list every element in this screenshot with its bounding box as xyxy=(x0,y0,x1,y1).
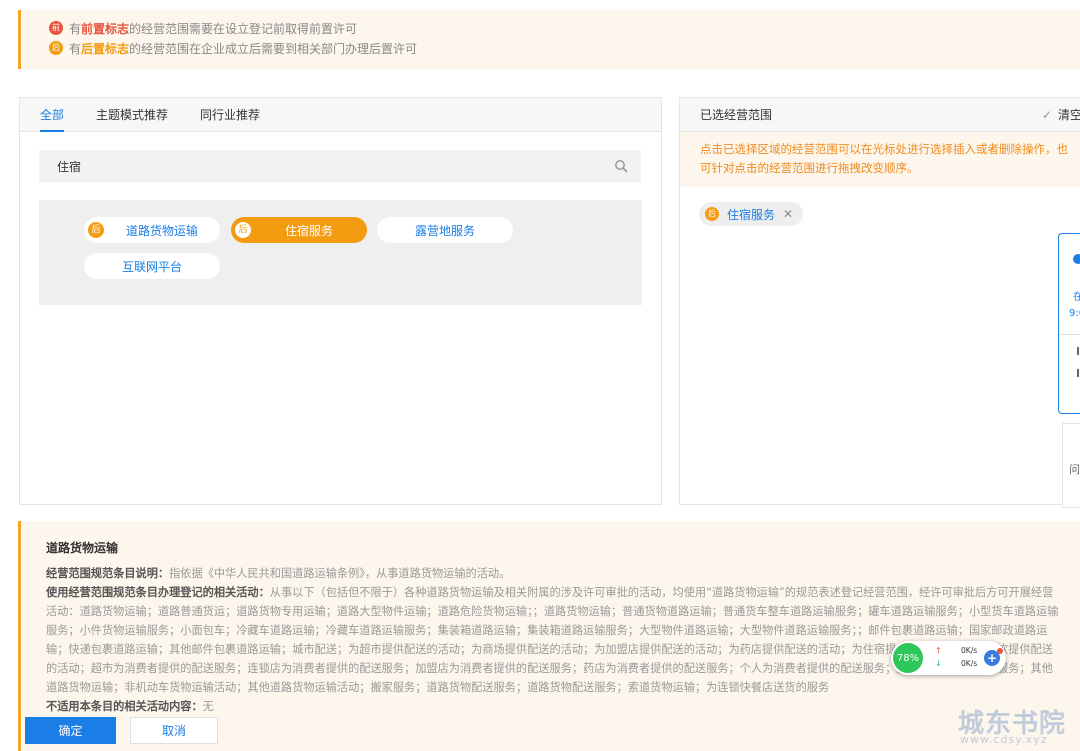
description-excluded: 不适用本条目的相关活动内容：无 xyxy=(46,697,1064,716)
side-widget-mark xyxy=(1077,369,1079,377)
upload-arrow-icon: ↑ xyxy=(935,646,942,655)
selected-scope-tip: 点击已选择区域的经营范围可以在光标处进行选择插入或者删除操作，也可针对点击的经营… xyxy=(680,132,1080,187)
permit-notice: 前 有前置标志 的经营范围需要在设立登记前取得前置许可 后 有后置标志 的经营范围在… xyxy=(18,10,1080,69)
scope-chip-accommodation[interactable]: 后 住宿服务 xyxy=(231,217,367,243)
post-notice-text-1: 有 xyxy=(69,41,82,56)
post-permit-badge-icon: 后 xyxy=(705,207,719,221)
pre-notice-text-2: 的经营范围需要在设立登记前取得前置许可 xyxy=(129,21,358,36)
notification-dot xyxy=(997,648,1003,654)
scope-chip-label: 露营地服务 xyxy=(414,223,475,238)
tab-theme-recommend[interactable]: 主题模式推荐 xyxy=(96,98,168,132)
clear-label: 清空 xyxy=(1057,108,1080,122)
close-icon[interactable]: ✕ xyxy=(783,207,793,221)
selected-scope-chip[interactable]: 后 住宿服务 ✕ xyxy=(699,202,804,226)
note-text: 指依据《中华人民共和国道路运输条例》，从事道路货物运输的活动。 xyxy=(169,567,511,580)
download-speed: 0K/s xyxy=(961,659,978,668)
side-question-text: 问 xyxy=(1069,463,1080,476)
description-note: 经营范围规范条目说明：指依据《中华人民共和国道路运输条例》，从事道路货物运输的活… xyxy=(46,564,1064,583)
description-activity: 使用经营范围规范条目办理登记的相关活动：从事以下（包括但不限于）各种道路货物运输… xyxy=(46,583,1064,697)
scope-chip-internet-platform[interactable]: 互联网平台 xyxy=(84,253,220,279)
scope-tabs: 全部 主题模式推荐 同行业推荐 xyxy=(20,98,661,132)
note-label: 经营范围规范条目说明： xyxy=(46,567,170,580)
scope-results: 后 道路货物运输 后 住宿服务 露营地服务 互联网平台 xyxy=(39,200,642,305)
post-permit-badge-icon: 后 xyxy=(88,222,104,238)
tab-industry-recommend[interactable]: 同行业推荐 xyxy=(200,98,260,132)
search-icon[interactable] xyxy=(601,150,641,182)
network-speed-widget[interactable]: 78% ↑ ↓ 0K/s 0K/s + xyxy=(891,641,1006,675)
service-icon xyxy=(1073,254,1080,264)
pre-permit-mark: 前置标志 xyxy=(81,21,130,36)
cancel-button[interactable]: 取消 xyxy=(130,717,218,744)
post-permit-badge-icon: 后 xyxy=(235,222,251,238)
watermark-url: www.cdsy.xyz xyxy=(960,733,1048,746)
clear-button[interactable]: ✓ 清空 xyxy=(1042,106,1080,123)
confirm-button[interactable]: 确定 xyxy=(25,717,116,744)
side-widget-mark xyxy=(1077,347,1079,355)
download-arrow-icon: ↓ xyxy=(935,659,942,668)
post-permit-mark: 后置标志 xyxy=(81,41,130,56)
post-permit-notice-row: 后 有后置标志 的经营范围在企业成立后需要到相关部门办理后置许可 xyxy=(49,38,1080,58)
activity-label: 使用经营范围规范条目办理登记的相关活动： xyxy=(46,586,270,599)
post-permit-badge-icon: 后 xyxy=(49,41,63,55)
side-widget-text-1: 在 xyxy=(1073,292,1080,303)
scope-search-bar xyxy=(39,150,641,182)
scope-chip-label: 互联网平台 xyxy=(121,259,182,274)
pre-notice-text-1: 有 xyxy=(69,21,82,36)
post-notice-text-2: 的经营范围在企业成立后需要到相关部门办理后置许可 xyxy=(129,41,418,56)
tab-all[interactable]: 全部 xyxy=(40,98,65,132)
scope-chip-label: 道路货物运输 xyxy=(125,223,198,238)
side-widget-divider xyxy=(1059,334,1080,335)
scope-chip-campsite[interactable]: 露营地服务 xyxy=(377,217,513,243)
activity-text: 从事以下（包括但不限于）各种道路货物运输及相关附属的涉及许可审批的活动，均使用“… xyxy=(46,586,1059,694)
scope-chip-label: 住宿服务 xyxy=(284,223,333,238)
scope-chip-road-freight[interactable]: 后 道路货物运输 xyxy=(84,217,220,243)
excluded-text: 无 xyxy=(202,700,214,713)
description-title: 道路货物运输 xyxy=(46,541,119,555)
excluded-label: 不适用本条目的相关活动内容： xyxy=(46,700,203,713)
side-service-widget[interactable]: 在 9:0 xyxy=(1058,233,1080,414)
scope-search-input[interactable] xyxy=(57,159,557,173)
selected-scope-panel: 已选经营范围 ✓ 清空 点击已选择区域的经营范围可以在光标处进行选择插入或者删除… xyxy=(679,97,1080,505)
scope-picker-panel: 全部 主题模式推荐 同行业推荐 后 道路货物运输 后 住宿服务 露营地服务 互联… xyxy=(19,97,662,505)
pre-permit-badge-icon: 前 xyxy=(49,21,63,35)
selected-scope-title: 已选经营范围 xyxy=(700,108,773,122)
selected-scope-label: 住宿服务 xyxy=(727,207,776,222)
speed-percent: 78% xyxy=(893,643,923,673)
brush-icon: ✓ xyxy=(1041,107,1052,122)
side-widget-text-2: 9:0 xyxy=(1069,308,1080,319)
selected-scope-header: 已选经营范围 ✓ 清空 xyxy=(680,98,1080,132)
pre-permit-notice-row: 前 有前置标志 的经营范围需要在设立登记前取得前置许可 xyxy=(49,18,1080,38)
side-question-widget[interactable]: 问 xyxy=(1062,423,1080,508)
upload-speed: 0K/s xyxy=(961,646,978,655)
